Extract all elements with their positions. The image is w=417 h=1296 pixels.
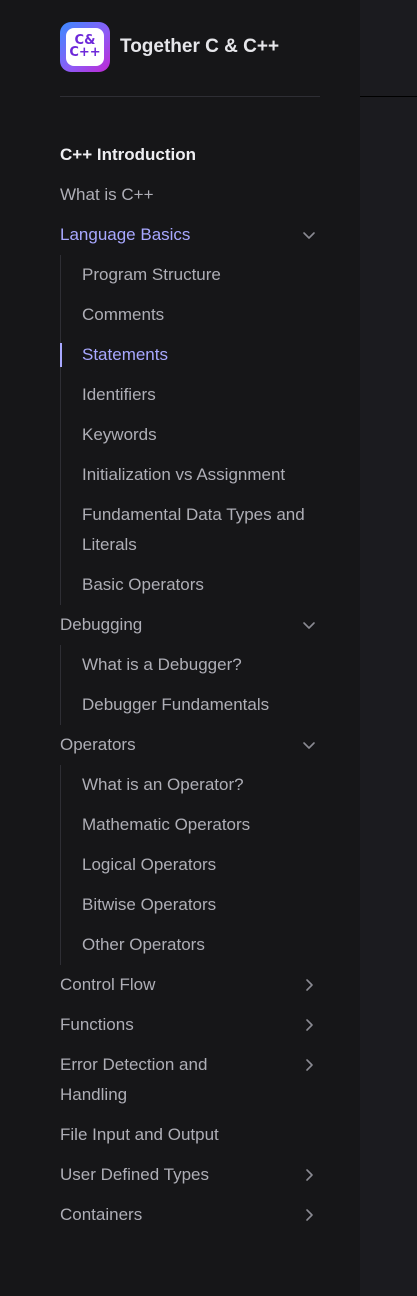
nav-item-what-is-cpp[interactable]: What is C++ xyxy=(60,175,320,215)
sidebar-nav: C++ Introduction What is C++ Language Ba… xyxy=(60,135,320,1235)
nav-item-fundamental-data-types[interactable]: Fundamental Data Types and Literals xyxy=(82,495,320,565)
main-content xyxy=(360,0,417,1296)
nav-group-error-detection[interactable]: Error Detection and Handling xyxy=(60,1045,320,1115)
nav-group-user-defined-types[interactable]: User Defined Types xyxy=(60,1155,320,1195)
nav-item-other-operators[interactable]: Other Operators xyxy=(82,925,320,965)
nav-group-containers[interactable]: Containers xyxy=(60,1195,320,1235)
divider xyxy=(60,96,320,97)
logo: C& C++ xyxy=(60,22,110,72)
nav-item-keywords[interactable]: Keywords xyxy=(82,415,320,455)
brand-link[interactable]: C& C++ Together C & C++ xyxy=(60,22,279,72)
active-indicator xyxy=(60,343,62,367)
nav-group-language-basics[interactable]: Language Basics xyxy=(60,215,320,255)
operators-submenu: What is an Operator? Mathematic Operator… xyxy=(60,765,320,965)
nav-item-statements[interactable]: Statements xyxy=(60,335,320,375)
logo-text: C& C++ xyxy=(69,33,101,60)
nav-item-debugger-fundamentals[interactable]: Debugger Fundamentals xyxy=(82,685,320,725)
nav-group-functions[interactable]: Functions xyxy=(60,1005,320,1045)
debugging-submenu: What is a Debugger? Debugger Fundamental… xyxy=(60,645,320,725)
nav-item-initialization-vs-assignment[interactable]: Initialization vs Assignment xyxy=(82,455,320,495)
topbar-divider xyxy=(360,96,417,97)
nav-item-program-structure[interactable]: Program Structure xyxy=(82,255,320,295)
chevron-right-icon[interactable] xyxy=(298,1010,320,1040)
nav-item-mathematic-operators[interactable]: Mathematic Operators xyxy=(82,805,320,845)
nav-item-what-is-an-operator[interactable]: What is an Operator? xyxy=(82,765,320,805)
brand-title: Together C & C++ xyxy=(120,36,280,57)
chevron-right-icon[interactable] xyxy=(298,1050,320,1080)
nav-item-identifiers[interactable]: Identifiers xyxy=(82,375,320,415)
nav-item-logical-operators[interactable]: Logical Operators xyxy=(82,845,320,885)
nav-group-operators[interactable]: Operators xyxy=(60,725,320,765)
chevron-down-icon[interactable] xyxy=(298,610,320,640)
sidebar: C& C++ Together C & C++ C++ Introduction… xyxy=(0,0,360,1296)
nav-item-bitwise-operators[interactable]: Bitwise Operators xyxy=(82,885,320,925)
section-title-cpp-introduction: C++ Introduction xyxy=(60,145,196,164)
nav-item-comments[interactable]: Comments xyxy=(82,295,320,335)
nav-item-file-input-output[interactable]: File Input and Output xyxy=(60,1115,320,1155)
chevron-down-icon[interactable] xyxy=(298,220,320,250)
nav-group-control-flow[interactable]: Control Flow xyxy=(60,965,320,1005)
chevron-right-icon[interactable] xyxy=(298,1160,320,1190)
chevron-down-icon[interactable] xyxy=(298,730,320,760)
nav-item-basic-operators[interactable]: Basic Operators xyxy=(82,565,320,605)
nav-group-debugging[interactable]: Debugging xyxy=(60,605,320,645)
nav-item-what-is-a-debugger[interactable]: What is a Debugger? xyxy=(82,645,320,685)
language-basics-submenu: Program Structure Comments Statements Id… xyxy=(60,255,320,605)
chevron-right-icon[interactable] xyxy=(298,1200,320,1230)
chevron-right-icon[interactable] xyxy=(298,970,320,1000)
